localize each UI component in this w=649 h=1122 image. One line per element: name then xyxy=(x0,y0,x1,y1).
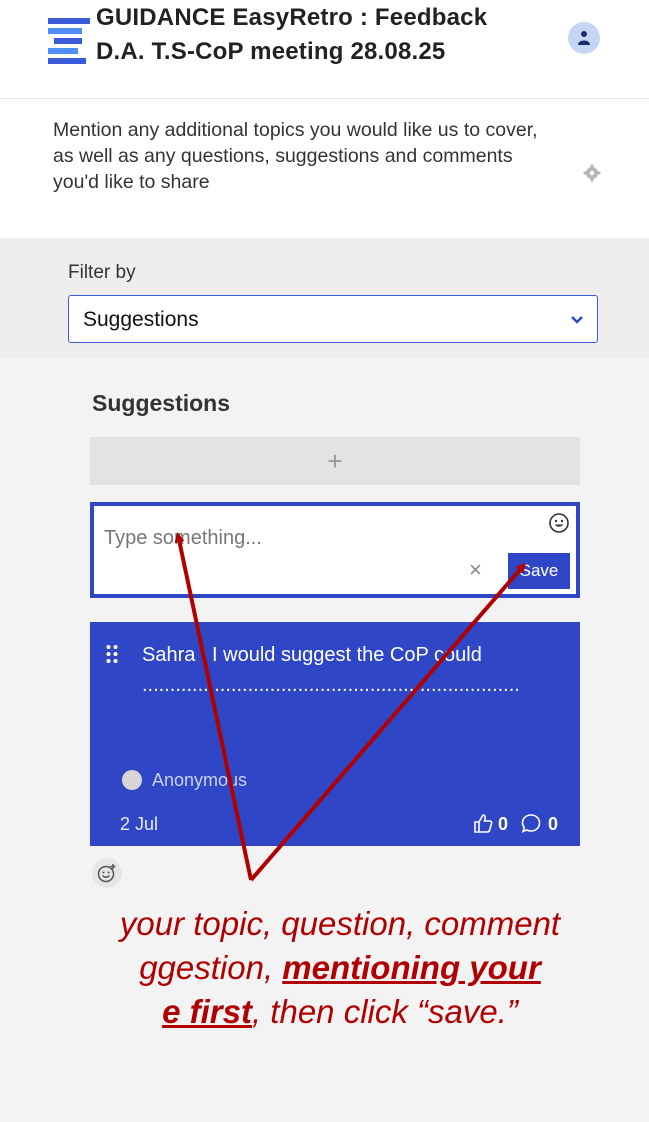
emoji-icon[interactable] xyxy=(548,512,570,534)
filter-selected-value: Suggestions xyxy=(83,308,199,331)
annotation-emphasis-2: e first xyxy=(162,993,252,1030)
board-title-line-2: D.A. T.S-CoP meeting 28.08.25 xyxy=(96,38,446,65)
add-card-button[interactable]: + xyxy=(90,437,580,485)
board-description: Mention any additional topics you would … xyxy=(53,119,538,193)
add-reaction-button[interactable] xyxy=(92,858,122,888)
card-text: Sahra : I would suggest the CoP could ..… xyxy=(142,644,520,696)
board-title-line-1: GUIDANCE EasyRetro : Feedback xyxy=(96,4,488,31)
card-author: Anonymous xyxy=(152,770,248,790)
annotation-line-3-b: , then click “save.” xyxy=(251,993,518,1030)
add-emoji-icon xyxy=(97,864,116,883)
filter-area: Filter by Suggestions xyxy=(0,238,649,358)
cancel-button[interactable]: × xyxy=(469,559,482,581)
user-icon xyxy=(578,31,590,45)
column-title: Suggestions xyxy=(92,390,231,416)
annotation-line-1: your topic, question, comment xyxy=(119,905,561,942)
easyretro-logo-icon xyxy=(48,18,90,64)
card-date: 2 Jul xyxy=(120,814,159,834)
annotation-emphasis-1: mentioning your xyxy=(282,949,541,986)
board-description-area: Mention any additional topics you would … xyxy=(0,99,649,238)
comment-count: 0 xyxy=(548,814,559,834)
user-avatar-button[interactable] xyxy=(568,22,600,54)
card-text-input[interactable] xyxy=(102,526,486,551)
annotation-line-3: e first, then click “save.” xyxy=(0,990,649,1034)
annotation-line-2: ggestion, mentioning your xyxy=(0,946,649,990)
gear-icon[interactable] xyxy=(583,164,601,182)
save-button[interactable]: Save xyxy=(508,553,570,589)
chevron-down-icon xyxy=(571,316,583,324)
filter-label: Filter by xyxy=(68,262,136,283)
new-card-composer: × Save xyxy=(90,502,580,598)
suggestion-card[interactable]: Sahra : I would suggest the CoP could ..… xyxy=(90,622,580,846)
annotation-line-2-a: ggestion, xyxy=(139,949,283,986)
drag-handle-icon[interactable] xyxy=(106,644,118,664)
instruction-annotation: your topic, question, comment ggestion, … xyxy=(0,902,649,1034)
filter-select[interactable]: Suggestions xyxy=(68,295,598,343)
author-avatar xyxy=(122,770,142,790)
app-header: GUIDANCE EasyRetro : Feedback D.A. T.S-C… xyxy=(0,0,649,99)
thumbs-up-icon[interactable] xyxy=(472,812,494,834)
comment-icon[interactable] xyxy=(520,812,542,834)
plus-icon: + xyxy=(327,445,343,476)
like-count: 0 xyxy=(498,814,509,834)
